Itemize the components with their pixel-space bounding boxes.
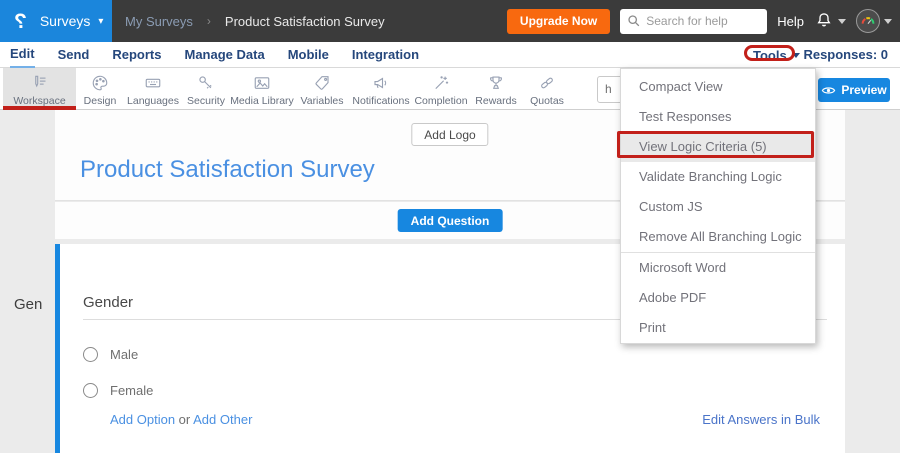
notifications-menu[interactable] [814,11,846,31]
preview-label: Preview [841,83,886,97]
question-title[interactable]: Gender [83,294,133,311]
tools-dropdown-menu: Compact View Test Responses View Logic C… [620,68,816,344]
add-option-link[interactable]: Add Option [110,412,175,427]
tools-dropdown-trigger[interactable]: Tools [753,42,800,68]
chevron-down-icon: ▾ [98,16,103,27]
radio-icon[interactable] [83,383,98,398]
menu-item-custom-js[interactable]: Custom JS [621,192,815,222]
keyboard-icon [144,74,162,92]
toolbar-item-completion[interactable]: Completion [412,68,470,109]
wand-icon [432,74,450,92]
avatar [856,9,880,33]
survey-title[interactable]: Product Satisfaction Survey [80,156,375,184]
tab-edit[interactable]: Edit [10,42,35,68]
toolbar-label: Completion [414,95,467,107]
key-icon [197,74,215,92]
question-list-peek: Gen [14,296,42,313]
tools-label: Tools [753,48,787,63]
toolbar-item-notifications[interactable]: Notifications [350,68,412,109]
menu-item-validate-branching-logic[interactable]: Validate Branching Logic [621,162,815,192]
toolbar-item-design[interactable]: Design [76,68,124,109]
menu-item-compact-view[interactable]: Compact View [621,72,815,102]
toolbar-label: Design [84,95,117,107]
toolbar-item-media-library[interactable]: Media Library [230,68,294,109]
survey-editor-window: ? Surveys ▾ My Surveys › Product Satisfa… [0,0,900,453]
tab-send[interactable]: Send [58,43,90,67]
preview-button[interactable]: Preview [818,78,890,102]
help-link[interactable]: Help [777,14,804,29]
image-icon [253,74,271,92]
toolbar-item-quotas[interactable]: Quotas [522,68,572,109]
menu-item-adobe-pdf[interactable]: Adobe PDF [621,283,815,313]
breadcrumb-my-surveys[interactable]: My Surveys [125,14,193,29]
breadcrumb-separator-icon: › [207,14,211,28]
megaphone-icon [372,74,390,92]
toolbar-label: Notifications [352,95,409,107]
menu-item-remove-all-branching-logic[interactable]: Remove All Branching Logic [621,222,815,252]
toolbar-label: Rewards [475,95,516,107]
nav-tabs: Edit Send Reports Manage Data Mobile Int… [10,42,419,68]
option-row-female[interactable]: Female [83,383,153,398]
eye-icon [821,85,836,96]
breadcrumb-current-survey: Product Satisfaction Survey [225,14,385,29]
chevron-down-icon [792,53,800,58]
chevron-down-icon [838,19,846,24]
option-links-row: Add Option or Add Other [110,412,252,427]
add-logo-button[interactable]: Add Logo [411,123,488,146]
account-menu[interactable] [856,9,892,33]
proprofs-logo-icon: ? [14,11,27,32]
toolbar-label: Variables [301,95,344,107]
bell-icon [814,11,834,31]
breadcrumb: My Surveys › Product Satisfaction Survey [125,0,385,42]
search-input[interactable] [620,9,767,34]
or-label: or [179,412,191,427]
add-other-link[interactable]: Add Other [193,412,252,427]
tab-mobile[interactable]: Mobile [288,43,329,67]
gauge-icon [860,13,876,29]
toolbar-item-rewards[interactable]: Rewards [470,68,522,109]
tab-integration[interactable]: Integration [352,43,419,67]
add-question-button[interactable]: Add Question [398,209,503,232]
product-switcher[interactable]: ? Surveys ▾ [0,0,112,42]
toolbar-item-security[interactable]: Security [182,68,230,109]
tab-reports[interactable]: Reports [112,43,161,67]
toolbar-item-variables[interactable]: Variables [294,68,350,109]
header-right-cluster: Upgrade Now Help [507,0,892,42]
tag-icon [313,74,331,92]
radio-icon[interactable] [83,347,98,362]
help-search [620,9,767,34]
chevron-down-icon [884,19,892,24]
trophy-icon [487,74,505,92]
toolbar-item-workspace[interactable]: Workspace [3,68,76,109]
responses-count: Responses: 0 [803,42,888,68]
toolbar-label: Security [187,95,225,107]
upgrade-now-button[interactable]: Upgrade Now [507,9,610,34]
toolbar-item-languages[interactable]: Languages [124,68,182,109]
toolbar-label: Media Library [230,95,294,107]
menu-item-print[interactable]: Print [621,313,815,343]
menu-item-view-logic-criteria[interactable]: View Logic Criteria (5) [621,132,815,162]
menu-item-test-responses[interactable]: Test Responses [621,102,815,132]
toolbar-label: Quotas [530,95,564,107]
product-name: Surveys [40,13,91,29]
search-icon [627,14,641,28]
edit-answers-in-bulk-link[interactable]: Edit Answers in Bulk [702,412,820,427]
app-header: ? Surveys ▾ My Surveys › Product Satisfa… [0,0,900,42]
workspace-icon [30,74,49,92]
tab-manage-data[interactable]: Manage Data [184,43,264,67]
option-label: Female [110,383,153,398]
toolbar-label: Languages [127,95,179,107]
option-label: Male [110,347,138,362]
option-row-male[interactable]: Male [83,347,138,362]
menu-item-microsoft-word[interactable]: Microsoft Word [621,253,815,283]
palette-icon [91,74,109,92]
chain-icon [538,74,556,92]
survey-nav-bar: Edit Send Reports Manage Data Mobile Int… [0,42,900,68]
